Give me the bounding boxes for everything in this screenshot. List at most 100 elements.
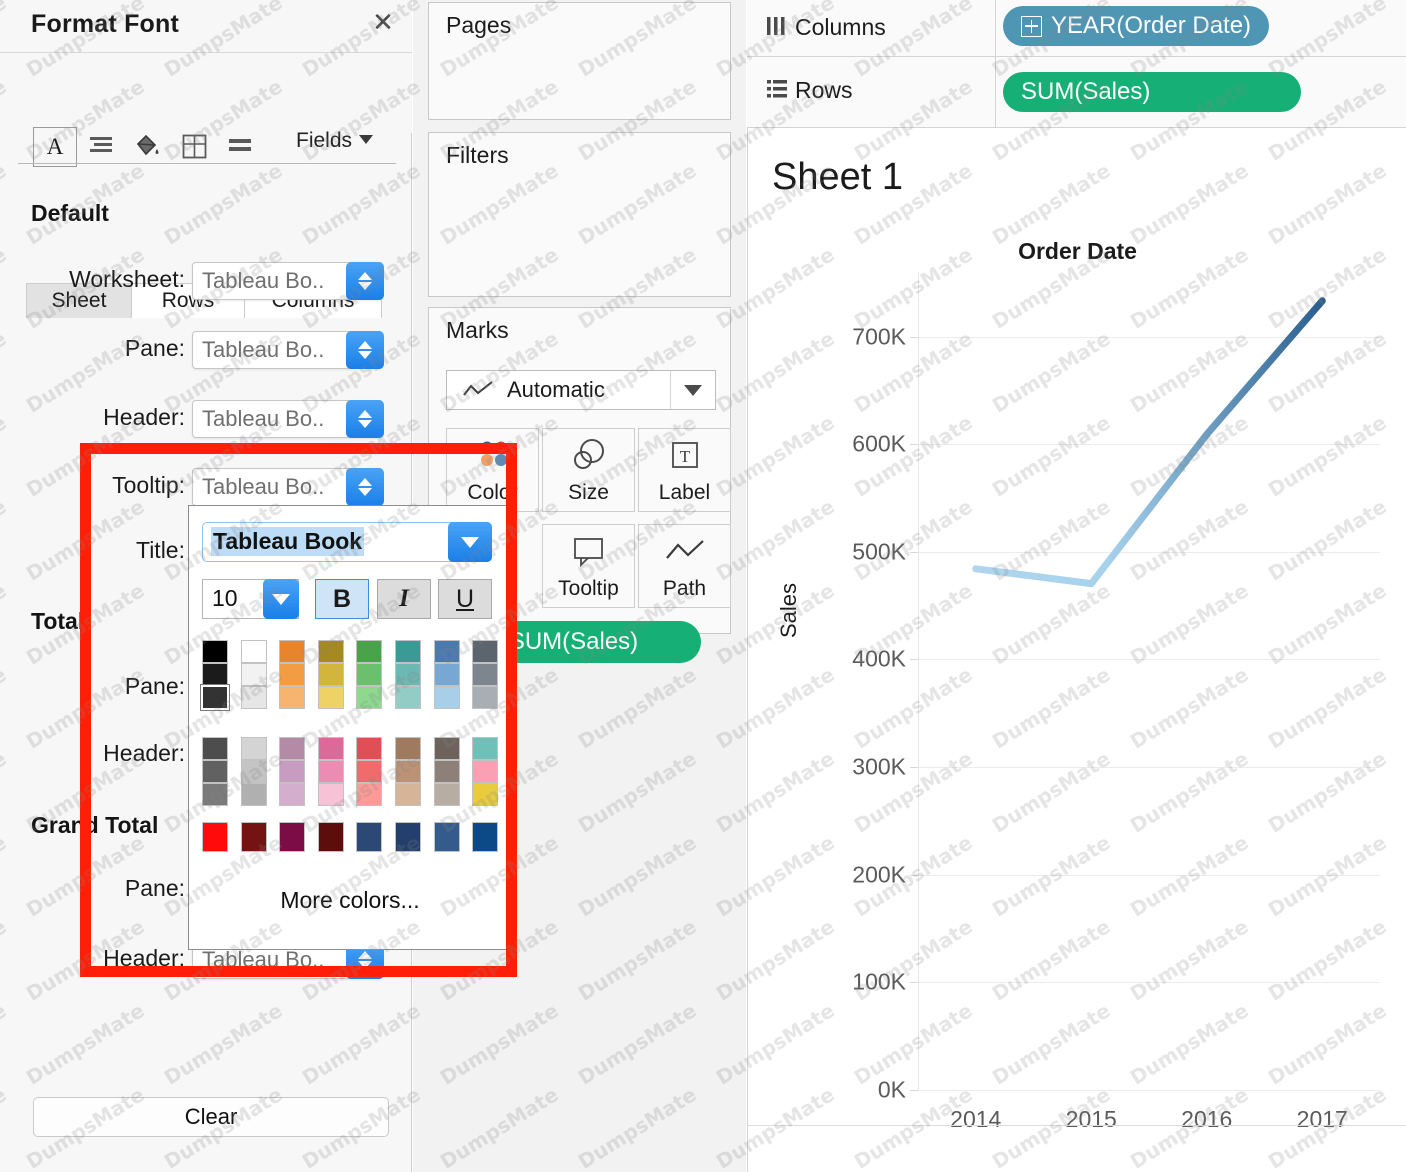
color-swatch[interactable]: [472, 737, 498, 760]
color-swatch[interactable]: [241, 783, 267, 806]
color-swatch-navy-swatch[interactable]: [356, 822, 382, 852]
color-swatch-grid: [202, 640, 498, 856]
color-swatch[interactable]: [202, 737, 228, 760]
y-tick-label: 700K: [852, 323, 906, 350]
color-swatch[interactable]: [395, 663, 421, 686]
color-swatch[interactable]: [356, 686, 382, 709]
marks-path-button[interactable]: Path: [638, 524, 731, 608]
color-swatch-dark-red-swatch[interactable]: [241, 822, 267, 852]
marks-color-label: Color: [467, 481, 517, 505]
rows-shelf-label: Rows: [795, 77, 853, 104]
spinner-icon[interactable]: [346, 262, 384, 300]
chevron-down-icon[interactable]: [670, 371, 715, 409]
pane-font-combo[interactable]: Tableau Bo..: [192, 331, 383, 369]
color-swatch-navy2-swatch[interactable]: [395, 822, 421, 852]
color-swatch[interactable]: [356, 663, 382, 686]
color-swatch[interactable]: [241, 663, 267, 686]
header-font-combo[interactable]: Tableau Bo..: [192, 400, 383, 438]
bold-button[interactable]: B: [315, 579, 369, 619]
marks-type-value: Automatic: [507, 377, 605, 403]
color-swatch[interactable]: [395, 783, 421, 806]
color-swatch[interactable]: [279, 663, 305, 686]
columns-shelf[interactable]: Columns YEAR(Order Date): [747, 0, 1406, 57]
color-swatch[interactable]: [434, 686, 460, 709]
tooltip-font-combo[interactable]: Tableau Bo..: [192, 468, 383, 506]
color-swatch[interactable]: [318, 686, 344, 709]
color-swatch[interactable]: [241, 760, 267, 783]
more-colors-button[interactable]: More colors...: [189, 887, 511, 914]
color-swatch[interactable]: [472, 760, 498, 783]
close-icon[interactable]: ✕: [368, 9, 398, 39]
color-swatch[interactable]: [202, 663, 228, 686]
filters-card[interactable]: Filters: [428, 132, 731, 297]
color-swatch[interactable]: [279, 686, 305, 709]
color-swatch[interactable]: [279, 737, 305, 760]
row-label-pane: Pane:: [125, 335, 185, 362]
color-swatch[interactable]: [279, 760, 305, 783]
color-swatch[interactable]: [356, 783, 382, 806]
color-swatch-maroon-swatch[interactable]: [318, 822, 344, 852]
color-swatch[interactable]: [356, 760, 382, 783]
spinner-icon[interactable]: [346, 400, 384, 438]
color-swatch-dark-blue-swatch[interactable]: [472, 822, 498, 852]
color-swatch[interactable]: [241, 737, 267, 760]
swatch-group-bottom: [202, 737, 228, 806]
line-chart-icon: [463, 381, 493, 399]
color-swatch[interactable]: [434, 737, 460, 760]
color-swatch[interactable]: [395, 737, 421, 760]
color-swatch[interactable]: [318, 640, 344, 663]
color-swatch[interactable]: [434, 640, 460, 663]
color-swatch-steel-blue-swatch[interactable]: [434, 822, 460, 852]
color-swatch[interactable]: [434, 663, 460, 686]
marks-color-button[interactable]: Color: [446, 428, 539, 512]
color-swatch[interactable]: [202, 686, 228, 709]
underline-button[interactable]: U: [438, 579, 492, 619]
color-swatch-magenta-swatch[interactable]: [279, 822, 305, 852]
worksheet-font-combo[interactable]: Tableau Bo..: [192, 262, 383, 300]
color-swatch[interactable]: [318, 783, 344, 806]
font-size-combo[interactable]: 10: [202, 579, 299, 619]
color-swatch[interactable]: [318, 737, 344, 760]
color-swatch[interactable]: [202, 640, 228, 663]
line-chart-plot: 0K100K200K300K400K500K600K700K 201420152…: [918, 272, 1380, 1090]
color-swatch[interactable]: [318, 760, 344, 783]
spinner-icon[interactable]: [346, 468, 384, 506]
italic-button[interactable]: I: [377, 579, 431, 619]
font-name-combo[interactable]: Tableau Book: [202, 522, 492, 562]
color-swatch[interactable]: [472, 640, 498, 663]
color-swatch[interactable]: [318, 663, 344, 686]
x-tick-label: 2014: [950, 1106, 1001, 1133]
marks-label-button[interactable]: T Label: [638, 428, 731, 512]
color-swatch[interactable]: [395, 640, 421, 663]
row-label-worksheet: Worksheet:: [69, 266, 185, 293]
color-swatch[interactable]: [472, 783, 498, 806]
pill-sum-sales[interactable]: SUM(Sales): [1003, 72, 1301, 112]
color-swatch[interactable]: [472, 686, 498, 709]
pill-sum-label: SUM(Sales): [1021, 78, 1150, 106]
rows-shelf[interactable]: Rows SUM(Sales): [747, 57, 1406, 128]
pages-card[interactable]: Pages: [428, 2, 731, 120]
marks-size-button[interactable]: Size: [542, 428, 635, 512]
marks-type-dropdown[interactable]: Automatic: [446, 370, 716, 410]
color-swatch[interactable]: [356, 640, 382, 663]
color-swatch[interactable]: [356, 737, 382, 760]
pill-year-order-date[interactable]: YEAR(Order Date): [1003, 6, 1269, 46]
clear-button[interactable]: Clear: [33, 1097, 389, 1137]
marks-tooltip-button[interactable]: Tooltip: [542, 524, 635, 608]
chevron-down-icon[interactable]: [263, 579, 299, 619]
color-swatch[interactable]: [279, 640, 305, 663]
color-swatch[interactable]: [472, 663, 498, 686]
color-swatch[interactable]: [279, 783, 305, 806]
path-line-icon: [639, 525, 730, 577]
color-swatch[interactable]: [202, 760, 228, 783]
chevron-down-icon[interactable]: [448, 522, 492, 562]
color-swatch-red-swatch[interactable]: [202, 822, 228, 852]
color-swatch[interactable]: [434, 760, 460, 783]
color-swatch[interactable]: [241, 640, 267, 663]
color-swatch[interactable]: [202, 783, 228, 806]
color-swatch[interactable]: [434, 783, 460, 806]
spinner-icon[interactable]: [346, 331, 384, 369]
color-swatch[interactable]: [395, 686, 421, 709]
color-swatch[interactable]: [241, 686, 267, 709]
color-swatch[interactable]: [395, 760, 421, 783]
